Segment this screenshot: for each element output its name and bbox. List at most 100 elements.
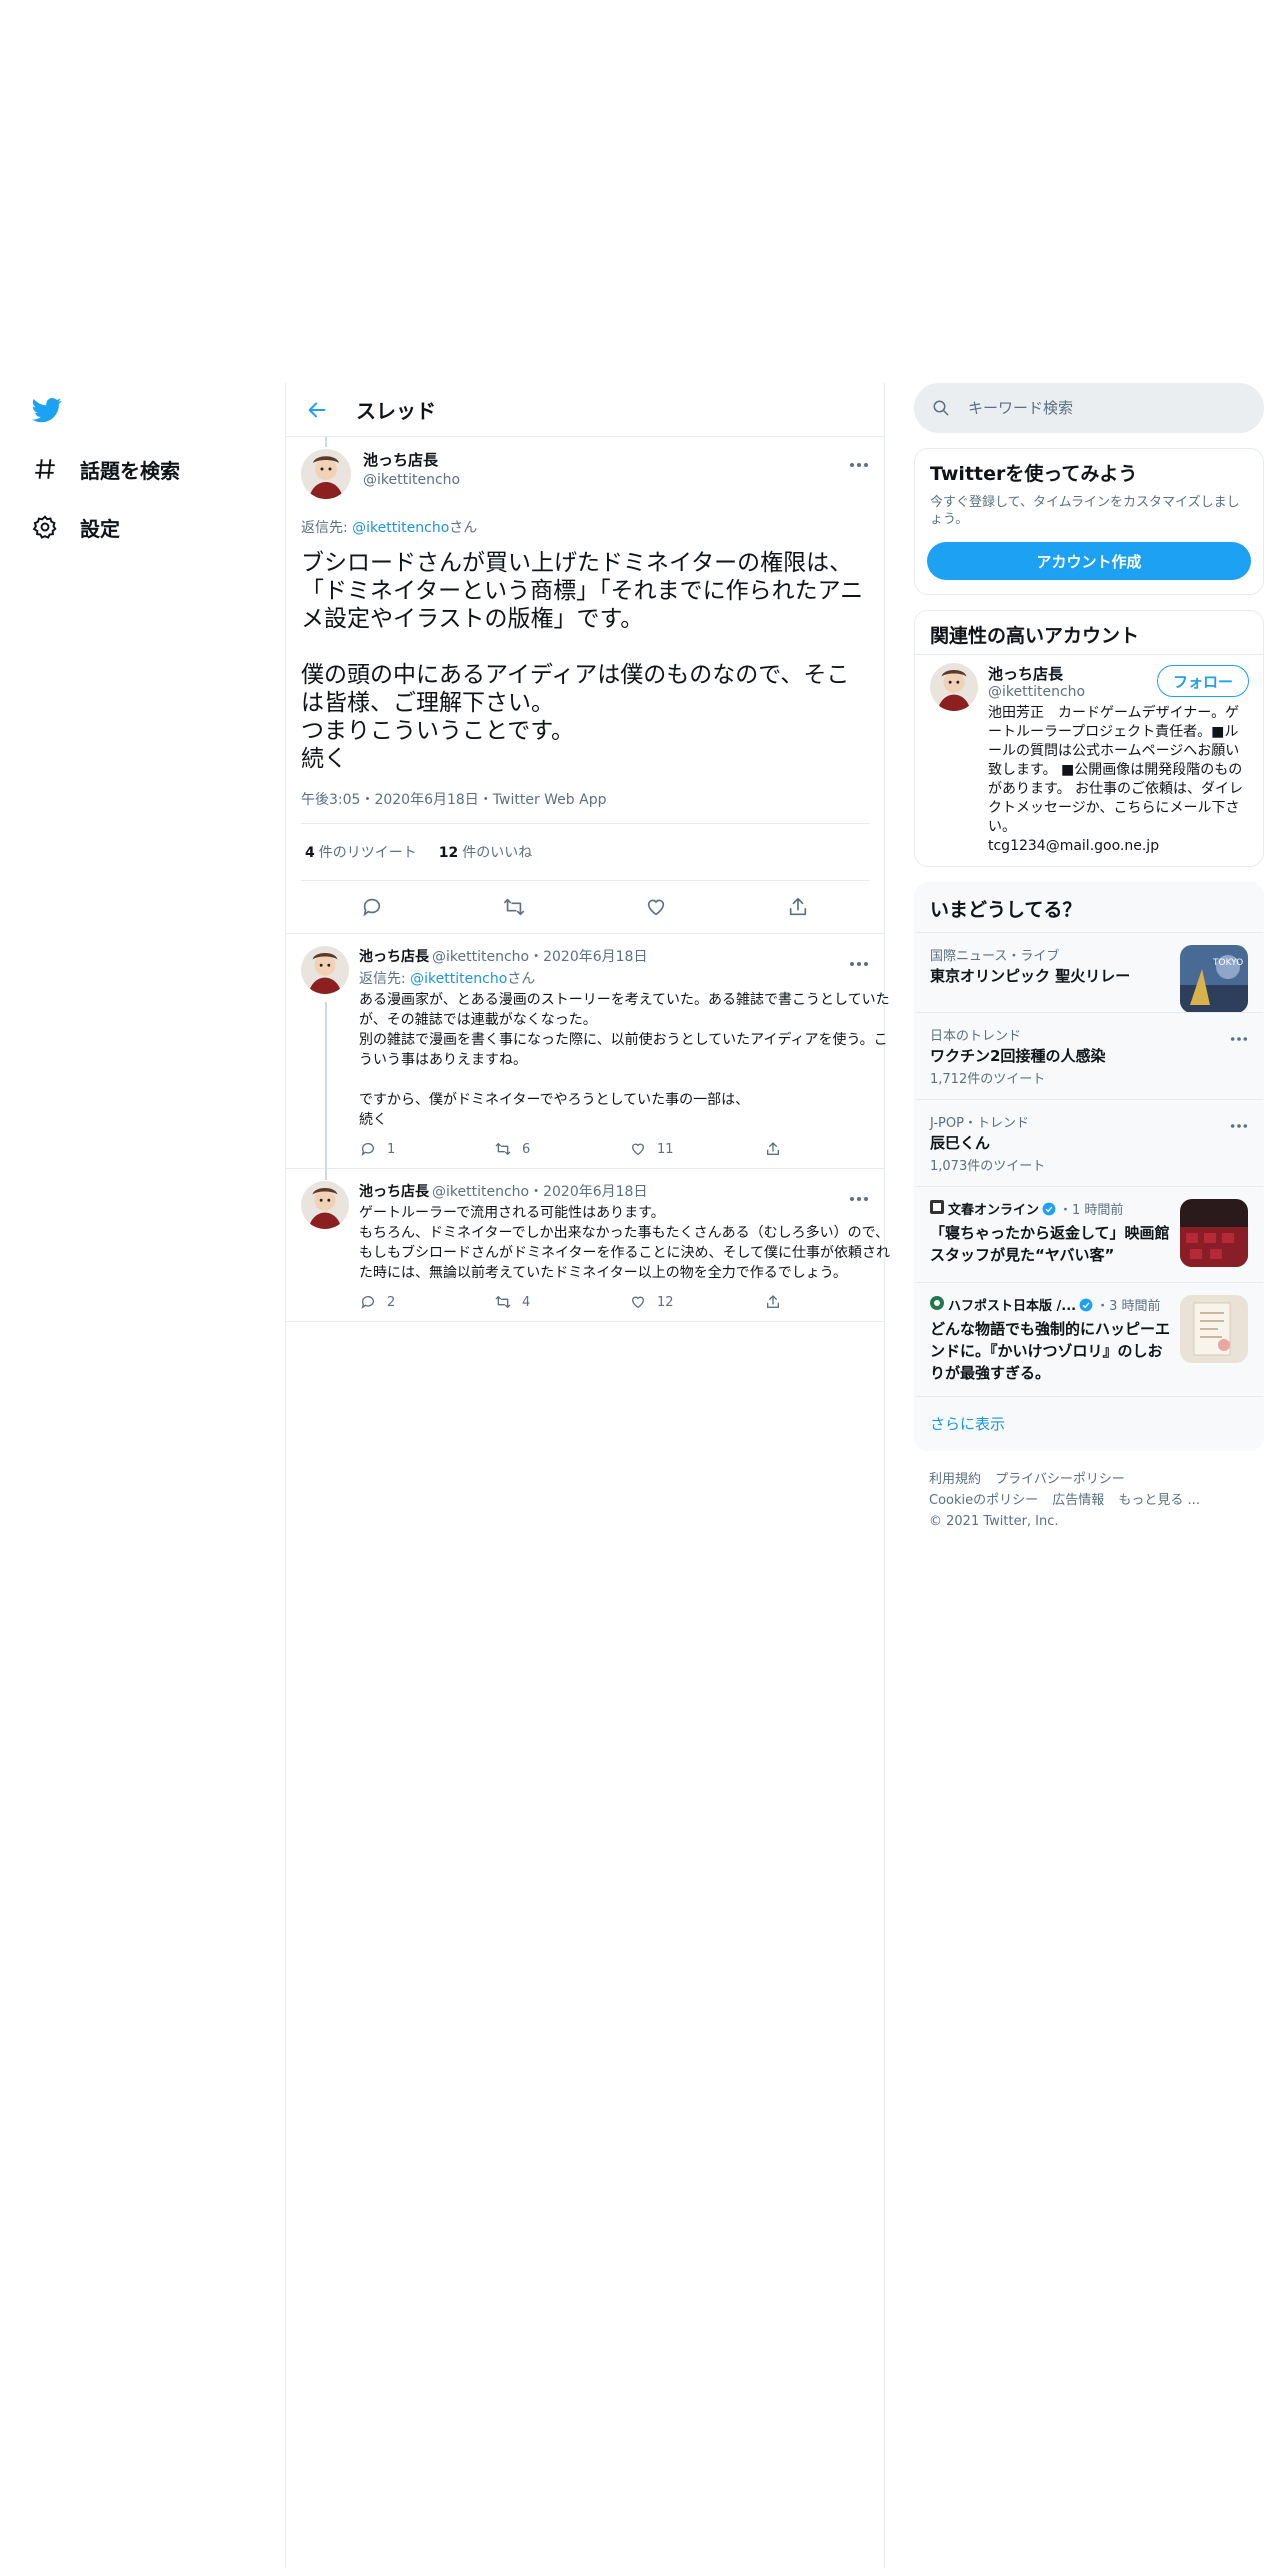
trend-title: ワクチン2回接種の人感染: [930, 1047, 1106, 1065]
retweet-action[interactable]: 4: [494, 1293, 629, 1311]
thumbnail-text: TOKYO: [1212, 958, 1243, 968]
news-source-logo-icon: [930, 1295, 944, 1314]
trend-count: 1,073件のツイート: [930, 1159, 1046, 1174]
create-account-button[interactable]: アカウント作成: [927, 542, 1251, 580]
news-title: 「寝ちゃったから返金して」映画館スタッフが見た“ヤバい客”: [930, 1224, 1170, 1264]
replying-to: 返信先: @ikettitenchoさん: [301, 517, 869, 537]
nav-settings-label: 設定: [80, 516, 120, 541]
like-action[interactable]: 11: [629, 1140, 764, 1158]
more-icon[interactable]: [1230, 1114, 1248, 1128]
retweet-count: 6: [522, 1141, 531, 1157]
reply-action[interactable]: 2: [359, 1293, 494, 1311]
author-handle[interactable]: @ikettitencho: [363, 472, 460, 488]
retweet-count[interactable]: 4 件のリツイート: [305, 842, 417, 862]
retweet-count-number: 4: [305, 845, 315, 861]
replying-to-prefix: 返信先:: [359, 971, 411, 987]
news-item[interactable]: 文春オンライン ・1 時間前 「寝ちゃったから返金して」映画館スタッフが見た“ヤ…: [915, 1186, 1263, 1282]
reply-date[interactable]: ・2020年6月18日: [529, 1184, 647, 1200]
news-title: どんな物語でも強制的にハッピーエンドに。『かいけつゾロリ』のしおりが最強すぎる。: [930, 1320, 1171, 1382]
gear-icon: [30, 512, 60, 542]
author-name[interactable]: 池っち店長: [359, 1184, 429, 1200]
signup-description: 今すぐ登録して、タイムラインをカスタマイズしましょう。: [930, 495, 1240, 527]
replying-to-suffix: さん: [507, 971, 536, 987]
account-bio: 池田芳正 カードゲームデザイナー。ゲートルーラープロジェクト責任者。■ルールの質…: [988, 705, 1244, 854]
reply-date[interactable]: ・2020年6月18日: [529, 949, 647, 965]
author-handle[interactable]: @ikettitencho: [432, 1184, 529, 1200]
replying-to-prefix: 返信先:: [301, 520, 353, 536]
news-thumbnail: [1180, 1199, 1248, 1267]
reply-text: ゲートルーラーで流用される可能性はあります。 もちろん、ドミネイターでしか出来な…: [359, 1205, 891, 1281]
replying-to-link[interactable]: @ikettitencho: [410, 971, 507, 987]
share-action[interactable]: [764, 1140, 899, 1158]
footer-link-privacy[interactable]: プライバシーポリシー: [995, 1472, 1125, 1487]
search-icon: [932, 399, 950, 417]
news-source: 文春オンライン: [948, 1203, 1040, 1218]
tweet-timestamp[interactable]: 午後3:05・2020年6月18日・Twitter Web App: [301, 789, 869, 824]
like-action[interactable]: 12: [629, 1293, 764, 1311]
retweet-icon[interactable]: [501, 894, 527, 920]
reply-header: 池っち店長 @ikettitencho・2020年6月18日: [359, 1181, 899, 1201]
like-icon[interactable]: [643, 894, 669, 920]
retweet-action[interactable]: 6: [494, 1140, 629, 1158]
like-icon: [629, 1140, 647, 1158]
copyright: © 2021 Twitter, Inc.: [929, 1514, 1059, 1529]
like-count-label: 件のいいね: [462, 845, 533, 861]
trend-item[interactable]: J-POP・トレンド 辰巳くん 1,073件のツイート: [915, 1099, 1263, 1186]
engagement-counts: 4 件のリツイート 12 件のいいね: [301, 824, 869, 881]
reply-tweet[interactable]: 池っち店長 @ikettitencho・2020年6月18日 返信先: @iket…: [286, 934, 890, 1180]
news-time: ・1 時間前: [1059, 1203, 1124, 1218]
reply-icon[interactable]: [359, 894, 385, 920]
more-icon[interactable]: [849, 952, 869, 966]
reply-tweet[interactable]: 池っち店長 @ikettitencho・2020年6月18日 ゲートルーラーで流用…: [286, 1169, 890, 1322]
search-box[interactable]: [914, 383, 1264, 433]
more-icon[interactable]: [849, 1187, 869, 1201]
tweet-actions: [301, 881, 869, 933]
replying-to-link[interactable]: @ikettitencho: [352, 520, 449, 536]
avatar[interactable]: [930, 663, 978, 711]
retweet-icon: [494, 1293, 512, 1311]
back-arrow-icon[interactable]: [304, 397, 330, 423]
more-icon[interactable]: [849, 453, 869, 467]
author-handle[interactable]: @ikettitencho: [432, 949, 529, 965]
reply-actions: 2 4 12: [359, 1293, 899, 1311]
twitter-logo-icon[interactable]: [30, 395, 64, 425]
trend-meta: J-POP・トレンド: [930, 1116, 1029, 1131]
trend-meta: 日本のトレンド: [930, 1029, 1022, 1044]
avatar[interactable]: [301, 946, 349, 994]
trend-item[interactable]: 日本のトレンド ワクチン2回接種の人感染 1,712件のツイート: [915, 1012, 1263, 1099]
avatar[interactable]: [301, 1181, 349, 1229]
share-icon[interactable]: [785, 894, 811, 920]
footer-link-terms[interactable]: 利用規約: [929, 1472, 981, 1487]
author-name[interactable]: 池っち店長: [359, 949, 429, 965]
related-title: 関連性の高いアカウント: [930, 625, 1140, 647]
footer-link-more[interactable]: もっと見る ...: [1118, 1493, 1200, 1508]
retweet-count-label: 件のリツイート: [318, 845, 417, 861]
like-count[interactable]: 12 件のいいね: [439, 842, 532, 862]
show-more-link[interactable]: さらに表示: [915, 1396, 1263, 1450]
verified-badge-icon: [1042, 1202, 1056, 1216]
trends-card: いまどうしてる？ 国際ニュース・ライブ 東京オリンピック 聖火リレー TOKYO…: [914, 882, 1264, 1451]
footer-link-cookies[interactable]: Cookieのポリシー: [929, 1493, 1038, 1508]
reply-actions: 1 6 11: [359, 1140, 899, 1158]
share-action[interactable]: [764, 1293, 899, 1311]
news-item[interactable]: ハフポスト日本版 /... ・3 時間前 どんな物語でも強制的にハッピーエンドに…: [915, 1282, 1263, 1396]
more-icon[interactable]: [1230, 1027, 1248, 1041]
signup-title: Twitterを使ってみよう: [930, 463, 1138, 485]
nav-explore[interactable]: 話題を検索: [30, 449, 180, 489]
author-name[interactable]: 池っち店長: [363, 449, 460, 470]
reply-icon: [359, 1293, 377, 1311]
avatar[interactable]: [301, 449, 351, 499]
page-title: スレッド: [356, 399, 436, 423]
signup-card: Twitterを使ってみよう 今すぐ登録して、タイムラインをカスタマイズしましょ…: [914, 448, 1264, 595]
follow-button[interactable]: フォロー: [1157, 665, 1249, 697]
retweet-icon: [494, 1140, 512, 1158]
hash-icon: [30, 454, 60, 484]
search-input[interactable]: [968, 399, 1228, 417]
footer-link-ads[interactable]: 広告情報: [1052, 1493, 1104, 1508]
related-account[interactable]: 池っち店長 @ikettitencho 池田芳正 カードゲームデザイナー。ゲート…: [915, 654, 1263, 866]
nav-settings[interactable]: 設定: [30, 507, 120, 547]
trend-item[interactable]: 国際ニュース・ライブ 東京オリンピック 聖火リレー TOKYO: [915, 932, 1263, 1013]
reply-count: 2: [387, 1294, 396, 1310]
verified-badge-icon: [1079, 1298, 1093, 1312]
reply-action[interactable]: 1: [359, 1140, 494, 1158]
